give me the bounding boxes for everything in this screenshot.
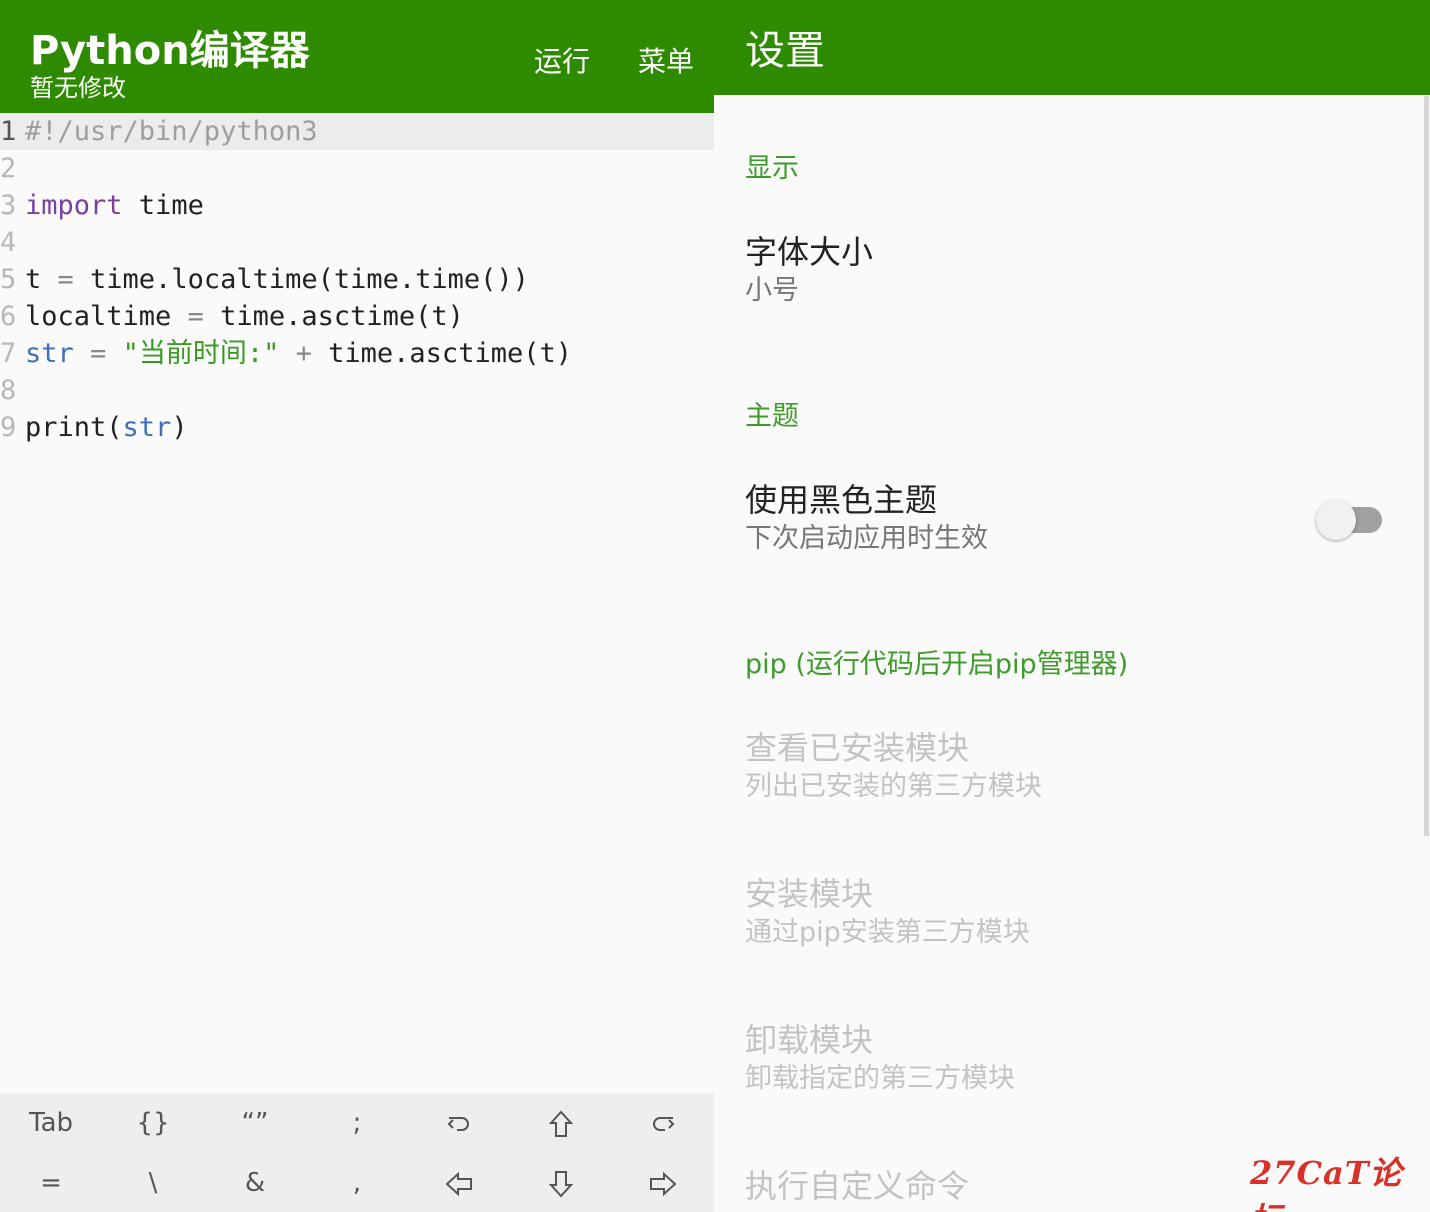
key-button[interactable]: , [306,1153,408,1212]
key-button[interactable]: {} [102,1093,204,1153]
code-token: = [90,338,107,369]
code-token: = [57,264,74,295]
code-token: time.asctime(t) [203,301,464,332]
app-subtitle: 暂无修改 [30,74,126,102]
pref-uninstall-module-summary: 卸载指定的第三方模块 [745,1063,1015,1094]
pref-font-size-title: 字体大小 [745,233,874,271]
code-token: = [187,301,204,332]
line-number: 1 [0,116,17,147]
arrow-up-icon [548,1108,574,1138]
code-text: localtime = time.asctime(t) [25,298,464,335]
settings-scrollbar[interactable] [1424,96,1429,836]
code-token: + [295,338,312,369]
key-arrow-left[interactable] [408,1153,510,1212]
code-line[interactable]: 8 [0,372,714,409]
key-button[interactable]: ; [306,1093,408,1153]
settings-app-bar: 设置 [714,0,1430,95]
code-line[interactable]: 2 [0,150,714,187]
line-number: 2 [0,153,17,184]
code-token: time [122,190,204,221]
code-token: str [122,412,172,443]
key-arrow-down[interactable] [510,1153,612,1212]
code-editor[interactable]: 1 #!/usr/bin/python3 2 3 import time 4 5 t = ti… [0,113,714,1093]
code-token: t [25,264,58,295]
key-undo[interactable] [408,1093,510,1153]
switch-thumb [1316,500,1356,540]
line-number: 9 [0,412,17,443]
line-number: 8 [0,375,17,406]
pref-dark-theme[interactable]: 使用黑色主题 下次启动应用时生效 [745,480,1385,558]
key-button[interactable]: & [204,1153,306,1212]
code-line[interactable]: 3 import time [0,187,714,224]
arrow-right-icon [649,1168,677,1198]
line-number: 6 [0,301,17,332]
category-pip: pip (运行代码后开启pip管理器) [745,649,1129,680]
key-button[interactable]: \ [102,1153,204,1212]
code-token: ) [171,412,188,443]
category-display: 显示 [745,153,799,184]
code-line[interactable]: 1 #!/usr/bin/python3 [0,113,714,150]
pref-install-module[interactable]: 安装模块 通过pip安装第三方模块 [745,874,1385,952]
pref-view-modules[interactable]: 查看已安装模块 列出已安装的第三方模块 [745,728,1385,806]
code-token: time.asctime(t) [311,338,572,369]
code-line[interactable]: 4 [0,224,714,261]
category-theme: 主题 [745,401,799,432]
code-line[interactable]: 9 print(str) [0,409,714,446]
pref-font-size[interactable]: 字体大小 小号 [745,232,1385,310]
key-arrow-right[interactable] [612,1153,714,1212]
settings-title: 设置 [745,28,825,74]
settings-pane: 设置 显示 字体大小 小号 主题 使用黑色主题 下次启动应用时生效 pip (运… [714,0,1430,1212]
code-token: #!/usr/bin/python3 [25,116,318,147]
arrow-down-icon [548,1168,574,1198]
code-text: #!/usr/bin/python3 [25,113,318,150]
redo-icon [650,1108,676,1138]
key-button[interactable]: = [0,1153,102,1212]
pref-dark-theme-title: 使用黑色主题 [745,481,938,519]
line-number: 3 [0,190,17,221]
shortcut-keys-bar: Tab{} “”; = \ &, [0,1093,714,1212]
key-arrow-up[interactable] [510,1093,612,1153]
watermark-logo: 27CaT论坛 [1250,1154,1403,1212]
undo-icon [446,1108,472,1138]
key-button[interactable]: Tab [0,1093,102,1153]
code-token: str [25,338,74,369]
run-button[interactable]: 运行 [534,40,590,80]
code-token: localtime [25,301,188,332]
code-line[interactable]: 7 str = "当前时间:" + time.asctime(t) [0,335,714,372]
line-number: 5 [0,264,17,295]
pref-install-module-title: 安装模块 [745,875,874,913]
code-token: "当前时间:" [122,338,280,369]
pref-dark-theme-summary: 下次启动应用时生效 [745,523,988,554]
code-line[interactable]: 5t = time.localtime(time.time()) [0,261,714,298]
editor-app-bar: Python编译器 暂无修改 运行 菜单 [0,0,714,113]
code-line[interactable]: 6 localtime = time.asctime(t) [0,298,714,335]
code-token: time.localtime(time.time()) [73,264,529,295]
pref-uninstall-module-title: 卸载模块 [745,1021,874,1059]
code-token: import [25,190,123,221]
line-number: 4 [0,227,17,258]
editor-pane: Python编译器 暂无修改 运行 菜单 1 #!/usr/bin/python3… [0,0,714,1212]
line-number: 7 [0,338,17,369]
key-button[interactable]: “” [204,1093,306,1153]
pref-view-modules-title: 查看已安装模块 [745,729,970,767]
pref-view-modules-summary: 列出已安装的第三方模块 [745,771,1042,802]
key-redo[interactable] [612,1093,714,1153]
code-text: t = time.localtime(time.time()) [25,261,529,298]
pref-font-size-summary: 小号 [745,275,799,306]
code-text: import time [25,187,204,224]
code-token: print( [25,412,123,443]
arrow-left-icon [445,1168,473,1198]
pref-uninstall-module[interactable]: 卸载模块 卸载指定的第三方模块 [745,1020,1385,1098]
menu-button[interactable]: 菜单 [638,40,694,80]
code-text: print(str) [25,409,188,446]
dark-theme-switch[interactable] [1316,500,1382,540]
pref-install-module-summary: 通过pip安装第三方模块 [745,917,1030,948]
code-text: str = "当前时间:" + time.asctime(t) [25,335,572,372]
